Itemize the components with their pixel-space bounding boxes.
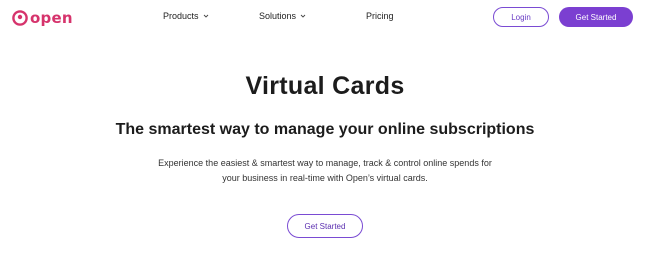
get-started-hero-button[interactable]: Get Started (287, 214, 363, 238)
get-started-nav-button[interactable]: Get Started (559, 7, 633, 27)
nav-solutions-label: Solutions (259, 11, 297, 21)
chevron-down-icon (203, 14, 208, 18)
nav-pricing[interactable]: Pricing (366, 11, 394, 21)
brand-name: open (30, 8, 73, 27)
hero-subtitle: The smartest way to manage your online s… (115, 121, 535, 138)
login-button[interactable]: Login (493, 7, 549, 27)
nav-products-label: Products (163, 11, 199, 21)
brand-logo[interactable]: open (12, 8, 73, 28)
nav-pricing-label: Pricing (366, 11, 394, 21)
top-navigation: open Products Solutions Pricing Login Ge… (0, 0, 650, 36)
page-title: Virtual Cards (245, 72, 405, 100)
nav-products[interactable]: Products (163, 11, 209, 21)
hero-description-line2: your business in real-time with Open’s v… (222, 173, 428, 183)
nav-solutions[interactable]: Solutions (259, 11, 306, 21)
chevron-down-icon (300, 14, 306, 18)
open-logo-icon (12, 10, 28, 26)
hero-description-line1: Experience the easiest & smartest way to… (158, 158, 492, 168)
hero-description: Experience the easiest & smartest way to… (120, 156, 530, 186)
